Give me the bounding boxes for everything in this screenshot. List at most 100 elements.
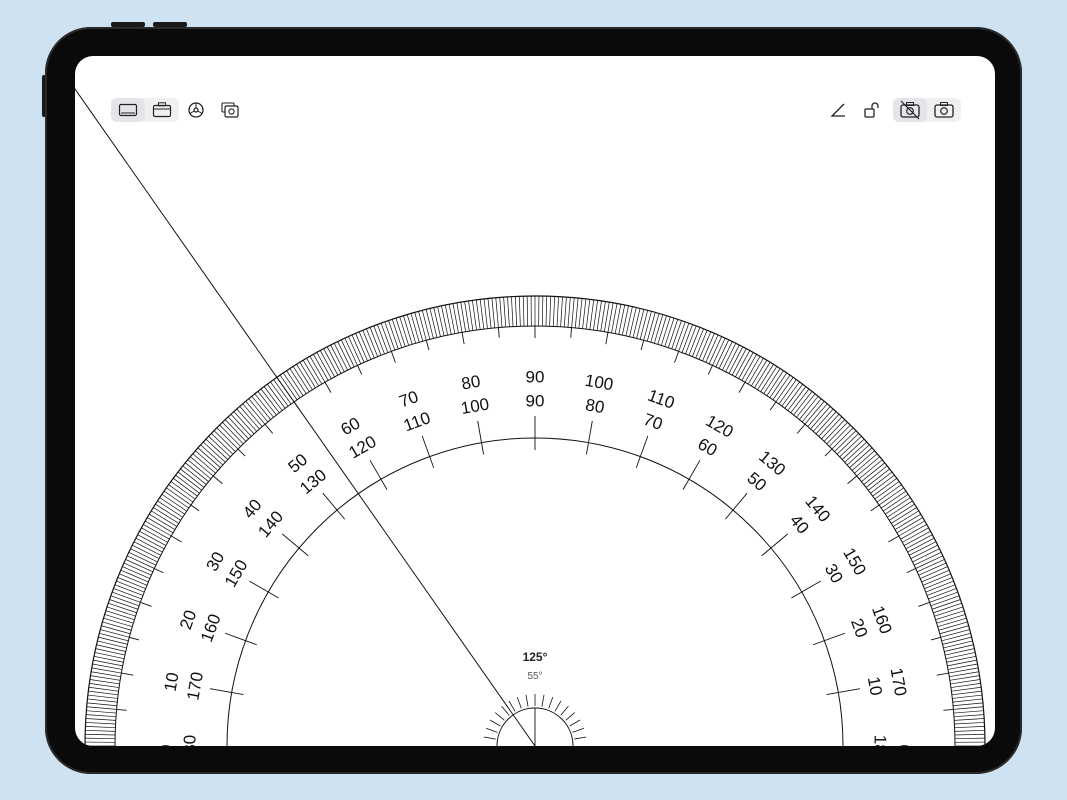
ring-tick xyxy=(951,686,982,692)
ring-tick xyxy=(589,299,595,330)
center-tick xyxy=(516,696,522,709)
ring-tick xyxy=(660,316,671,346)
ring-tick xyxy=(874,481,900,500)
rectangle-icon[interactable] xyxy=(111,98,145,122)
ring-tick xyxy=(145,520,172,537)
ring-tick xyxy=(571,297,575,328)
scale-tick xyxy=(824,448,833,457)
inner-scale-tick xyxy=(477,420,485,455)
ring-tick xyxy=(735,350,751,378)
angle-icon[interactable] xyxy=(821,98,855,122)
ring-tick xyxy=(260,388,280,414)
mode-toggle xyxy=(111,98,179,122)
scale-tick xyxy=(943,708,954,711)
unlock-icon[interactable] xyxy=(855,98,889,122)
ring-tick xyxy=(319,350,335,378)
ring-tick xyxy=(202,441,226,463)
ring-tick xyxy=(85,737,116,740)
ring-tick xyxy=(213,430,236,452)
ring-tick xyxy=(236,408,257,432)
ring-tick xyxy=(596,300,602,331)
ring-tick xyxy=(778,379,797,405)
ring-tick xyxy=(89,679,120,685)
ring-tick xyxy=(953,702,983,707)
ring-tick xyxy=(650,313,660,343)
ring-tick xyxy=(166,487,192,506)
outer-scale-label: 80 xyxy=(460,372,482,394)
inner-scale-tick xyxy=(635,435,649,469)
ring-tick xyxy=(954,729,985,732)
ring-tick xyxy=(905,534,933,550)
ring-tick xyxy=(945,652,976,660)
ring-tick xyxy=(242,403,263,427)
ring-tick xyxy=(507,296,510,327)
center-tick xyxy=(560,705,569,716)
outer-scale-label: 170 xyxy=(887,666,911,697)
scale-tick xyxy=(930,636,941,641)
ring-tick xyxy=(299,362,316,389)
ring-tick xyxy=(578,298,583,329)
ring-tick xyxy=(560,296,563,327)
ring-tick xyxy=(87,694,118,699)
center-tick xyxy=(494,712,505,721)
camera-icon[interactable] xyxy=(927,98,961,122)
ring-tick xyxy=(87,702,117,707)
inner-scale-label: 90 xyxy=(526,391,545,410)
inner-scale-tick xyxy=(369,459,388,490)
angle-readout: 125° xyxy=(522,650,548,664)
inner-scale-label: 30 xyxy=(821,561,847,587)
ring-tick xyxy=(414,312,424,342)
ring-tick xyxy=(479,299,485,330)
ring-tick xyxy=(270,381,289,407)
ring-tick xyxy=(182,465,207,485)
scale-tick xyxy=(918,601,930,607)
ring-tick xyxy=(475,299,481,330)
ring-tick xyxy=(890,507,917,524)
ring-tick xyxy=(283,372,301,398)
ring-tick xyxy=(205,438,229,460)
ring-tick xyxy=(646,312,656,342)
ring-tick xyxy=(757,364,774,391)
ring-tick xyxy=(940,629,970,638)
ring-tick xyxy=(567,297,571,328)
scale-tick xyxy=(154,568,164,574)
ring-tick xyxy=(222,422,244,445)
app-screen: 170 160 150 140 130 120 110 100 90 80 70 60 50 40 30 20… xyxy=(75,56,995,746)
scale-tick xyxy=(425,340,430,351)
camera-switch-icon[interactable] xyxy=(213,98,247,122)
ring-tick xyxy=(731,348,747,376)
ring-tick xyxy=(86,714,117,718)
ring-tick xyxy=(192,453,216,474)
ring-tick xyxy=(839,435,862,458)
ring-tick xyxy=(876,484,902,503)
ring-tick xyxy=(872,478,897,497)
outer-scale-label: 20 xyxy=(176,608,200,632)
outer-scale-label: 50 xyxy=(284,450,311,477)
ring-tick xyxy=(224,419,247,442)
ring-tick xyxy=(109,599,138,610)
ring-tick xyxy=(934,606,964,617)
ring-tick xyxy=(952,698,983,703)
ring-tick xyxy=(195,450,219,471)
ring-tick xyxy=(667,319,679,348)
ring-tick xyxy=(870,474,895,494)
camera-off-icon[interactable] xyxy=(893,98,927,122)
ring-tick xyxy=(141,527,168,543)
ring-tick xyxy=(629,307,637,337)
protractor[interactable]: 1701601501401301201101009080706050403020… xyxy=(75,56,995,746)
ring-tick xyxy=(433,307,441,337)
case-icon[interactable] xyxy=(145,98,179,122)
outer-scale-label: 90 xyxy=(526,367,545,386)
scale-tick xyxy=(237,448,246,457)
ring-tick xyxy=(86,710,117,714)
ring-tick xyxy=(180,468,205,488)
ring-tick xyxy=(267,384,286,409)
gear-icon[interactable] xyxy=(179,98,213,122)
ring-tick xyxy=(636,309,645,339)
ring-tick xyxy=(499,297,503,328)
inner-scale-label: 110 xyxy=(401,408,433,435)
scale-tick xyxy=(116,708,127,711)
outer-scale-label: 30 xyxy=(202,549,228,575)
ring-tick xyxy=(85,718,116,721)
inner-scale-label: 40 xyxy=(786,511,813,538)
